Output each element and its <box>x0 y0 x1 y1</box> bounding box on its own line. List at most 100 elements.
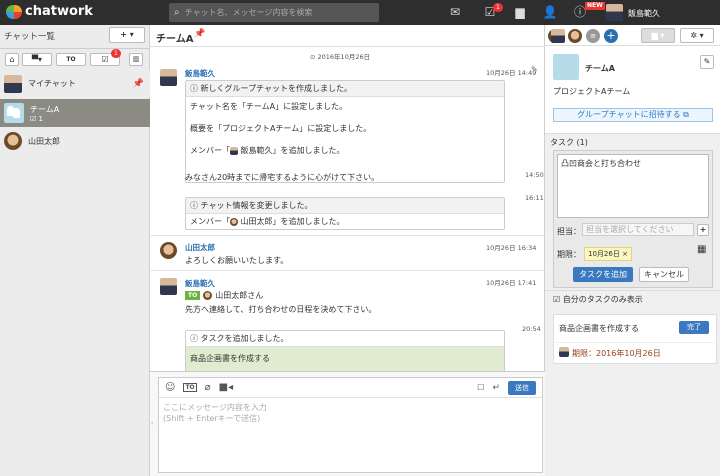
pin-icon[interactable]: 📌 <box>133 79 144 89</box>
mine-only-toggle[interactable]: ☑ 自分のタスクのみ表示 <box>553 294 643 305</box>
avatar <box>4 132 22 150</box>
new-badge: NEW <box>585 2 605 10</box>
member-avatar[interactable] <box>568 29 582 43</box>
divider <box>545 290 720 291</box>
timestamp: 10月26日 17:41 <box>486 279 537 287</box>
divider <box>545 133 720 134</box>
chat-item-label: マイチャット <box>28 79 76 88</box>
edit-icon[interactable]: ✎ <box>531 65 538 74</box>
filter-badge: 1 <box>111 49 121 58</box>
divider <box>150 270 545 271</box>
group-icon <box>4 103 24 123</box>
chatwork-logo[interactable]: chatwork <box>6 4 93 19</box>
due-date-chip[interactable]: 10月26日 × <box>584 247 632 261</box>
timestamp: 10月26日 16:34 <box>486 244 537 252</box>
attach-icon[interactable]: ⌀ <box>205 382 211 393</box>
message-line: チャット名を「チームA」に設定しました。 <box>190 102 348 111</box>
chat-item-label: 山田太郎 <box>28 136 60 146</box>
chat-item-mychat[interactable]: マイチャット 📌 <box>0 70 150 97</box>
timestamp: 16:11 <box>525 194 544 202</box>
room-info-panel: チームA ✎ プロジェクトAチーム グループチャットに招待する ⧉ タスク (1… <box>545 46 720 476</box>
members-icon[interactable]: ≡ <box>586 29 600 43</box>
video-icon[interactable]: ■◂ <box>219 382 233 393</box>
system-message: ⓘ チャット情報を変更しました。 メンバー「 山田太郎」を追加しました。 <box>185 197 505 230</box>
timestamp: 20:54 <box>522 325 541 333</box>
info-icon: ⓘ <box>190 201 198 210</box>
search-input[interactable]: ⌕ チャット名、メッセージ内容を検索 <box>169 3 379 22</box>
avatar <box>203 291 213 300</box>
complete-button[interactable]: 完了 <box>679 321 709 334</box>
message-text: 先方へ連絡して、打ち合わせの日程を決めて下さい。 <box>185 305 377 314</box>
divider <box>0 48 150 49</box>
layout-toggle-icon[interactable]: ▥ <box>129 53 143 66</box>
member-avatar[interactable] <box>551 29 565 43</box>
task-check-icon: ☑ <box>30 114 37 123</box>
group-icon <box>553 54 579 80</box>
folder-icon[interactable]: ▆ <box>510 0 530 25</box>
message-text: みなさん20時までに帰宅するように心がけて下さい。 <box>185 173 380 182</box>
to-filter-icon[interactable]: TO <box>56 53 86 66</box>
avatar <box>160 278 177 295</box>
checkbox-checked-icon[interactable]: ☑ <box>553 295 560 304</box>
tasks-title: タスク (1) <box>550 138 588 147</box>
chat-item-label: チームA <box>30 104 60 114</box>
user-avatar[interactable] <box>606 4 623 21</box>
to-button[interactable]: TO <box>183 383 197 392</box>
avatar <box>160 69 177 86</box>
info-icon: ⓘ <box>190 334 198 343</box>
pin-icon[interactable]: 📌 <box>194 29 205 39</box>
message-text: よろしくお願いいたします。 <box>185 256 289 265</box>
task-message: ⓘ タスクを追加しました。 商品企画書を作成する <box>185 330 505 376</box>
task-input[interactable]: 凸凹商会と打ち合わせ <box>557 154 709 218</box>
add-member-icon[interactable]: + <box>604 29 618 43</box>
chat-item-yamada[interactable]: 山田太郎 <box>0 128 150 154</box>
avatar <box>4 74 22 93</box>
room-header <box>150 25 545 47</box>
chat-item-team-a[interactable]: チームA ☑ 1 <box>0 99 150 127</box>
new-chat-button[interactable]: + ▾ <box>109 27 145 43</box>
collapse-arrow-icon[interactable]: ‹ <box>151 420 153 427</box>
enter-key-icon: ↵ <box>492 382 500 393</box>
top-bar: chatwork ⌕ チャット名、メッセージ内容を検索 ✉ ☑ 1 ▆ 👤 ⓘ N… <box>0 0 720 25</box>
chevron-down-icon: ▾ <box>129 30 134 39</box>
send-button[interactable]: 送信 <box>508 380 536 395</box>
add-assignee-icon[interactable]: + <box>697 224 709 236</box>
logo-mark-icon <box>6 4 22 19</box>
external-link-icon: ⧉ <box>683 110 689 119</box>
message-line: メンバー「 飯島範久」を追加しました。 <box>190 146 345 155</box>
task-count-badge: 1 <box>493 3 503 12</box>
message-line: メンバー「 山田太郎」を追加しました。 <box>190 217 345 226</box>
file-folder-icon[interactable]: ▆ ▾ <box>641 28 675 43</box>
sender-name[interactable]: 飯島範久 <box>185 278 215 289</box>
edit-icon[interactable]: ✎ <box>700 55 714 69</box>
task-text: 商品企画書を作成する <box>559 324 639 333</box>
checkbox-icon[interactable]: ☐ <box>477 383 484 392</box>
sender-name[interactable]: 山田太郎 <box>185 242 215 253</box>
add-contact-icon[interactable]: 👤 <box>540 0 560 25</box>
assignee-select[interactable]: 担当を選択してください <box>582 223 694 236</box>
timestamp: 14:50 <box>525 171 544 179</box>
sender-name[interactable]: 飯島範久 <box>185 68 215 79</box>
list-filter-icon[interactable]: ▀▾ <box>22 53 52 66</box>
to-mention: TO 山田太郎さん <box>185 290 263 301</box>
cancel-button[interactable]: キャンセル <box>639 267 689 282</box>
chat-timeline: チームA 📌 ⊙ 2016年10月26日 飯島範久 10月26日 14:49 ✎… <box>150 25 562 476</box>
date-separator: ⊙ 2016年10月26日 <box>310 53 371 61</box>
task-card: 商品企画書を作成する 完了 期限：2016年10月26日 <box>553 314 717 364</box>
search-icon: ⌕ <box>174 7 180 18</box>
close-icon[interactable]: × <box>622 250 628 258</box>
room-description: プロジェクトAチーム <box>553 87 631 96</box>
home-filter-icon[interactable]: ⌂ <box>5 53 19 66</box>
envelope-icon[interactable]: ✉ <box>445 0 465 25</box>
calendar-icon[interactable]: ▦ <box>697 244 706 255</box>
invite-button[interactable]: グループチャットに招待する ⧉ <box>553 108 713 122</box>
avatar <box>559 347 569 357</box>
emoji-icon[interactable]: ☺ <box>165 382 175 393</box>
system-message: ⓘ 新しくグループチャットを作成しました。 チャット名を「チームA」に設定しまし… <box>185 80 505 183</box>
timestamp: 10月26日 14:49 <box>486 69 537 77</box>
add-task-button[interactable]: タスクを追加 <box>573 267 633 282</box>
gear-icon[interactable]: ✲ ▾ <box>680 28 714 43</box>
user-name[interactable]: 飯島範久 <box>628 8 660 19</box>
message-input[interactable]: ここにメッセージ内容を入力 (Shift + Enterキーで送信) <box>159 398 542 428</box>
avatar <box>160 242 177 259</box>
